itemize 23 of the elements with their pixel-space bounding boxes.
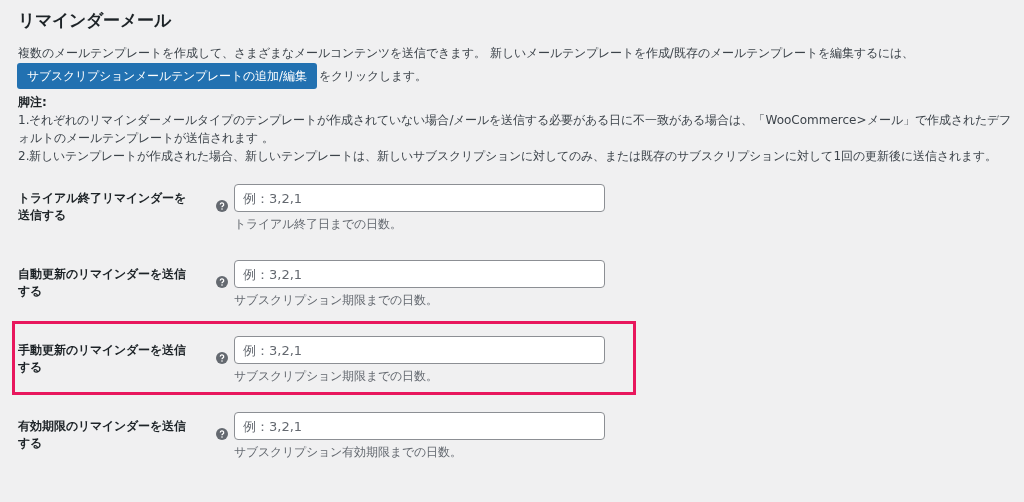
field-description: トライアル終了日までの日数。 <box>234 217 403 232</box>
days-input-field[interactable]: 例：3,2,1 <box>234 260 605 288</box>
days-input-field[interactable]: 例：3,2,1 <box>234 184 605 212</box>
section-title: リマインダーメール <box>18 9 173 32</box>
footnote-text: 1.それぞれのリマインダーメールタイプのテンプレートが作成されていない場合/メールを送信する必要がある日に不一致がある場合は、「WooCommerce>メール」で作成されたデフォルトのメールテンプレートが送信されます 。 <box>18 112 1012 147</box>
footnote-text: 2.新しいテンプレートが作成された場合、新しいテンプレートは、新しいサブスクリプションに対してのみ、または既存のサブスクリプションに対して1回の更新後に送信されます。 <box>18 148 999 165</box>
setting-label: 有効期限のリマインダーを送信する <box>18 418 187 452</box>
footnote-label: 脚注: <box>18 94 48 111</box>
help-icon[interactable] <box>216 428 228 440</box>
intro-text: 複数のメールテンプレートを作成して、さまざまなメールコンテンツを送信できます。 新しいメールテンプレートを作成/既存のメールテンプレートを編集するには、 <box>18 45 915 62</box>
days-input-field[interactable]: 例：3,2,1 <box>234 412 605 440</box>
days-input-field[interactable]: 例：3,2,1 <box>234 336 605 364</box>
help-icon[interactable] <box>216 200 228 212</box>
setting-label: 自動更新のリマインダーを送信する <box>18 266 187 300</box>
setting-label: トライアル終了リマインダーを送信する <box>18 190 187 224</box>
field-description: サブスクリプション期限までの日数。 <box>234 293 439 308</box>
button-suffix-text: をクリックします。 <box>319 67 428 85</box>
help-icon[interactable] <box>216 352 228 364</box>
field-description: サブスクリプション有効期限までの日数。 <box>234 445 463 460</box>
add-edit-template-button[interactable]: サブスクリプションメールテンプレートの追加/編集 <box>17 63 318 89</box>
setting-label: 手動更新のリマインダーを送信する <box>18 342 187 376</box>
help-icon[interactable] <box>216 276 228 288</box>
field-description: サブスクリプション期限までの日数。 <box>234 369 439 384</box>
